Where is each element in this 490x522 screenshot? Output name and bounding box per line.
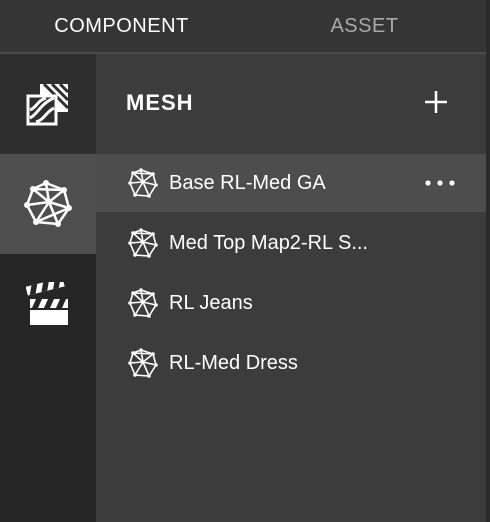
more-options-icon[interactable] xyxy=(424,174,456,192)
mesh-icon xyxy=(128,348,158,378)
add-mesh-button[interactable] xyxy=(422,88,450,116)
list-item-mesh[interactable]: Base RL-Med GA xyxy=(96,154,486,212)
component-asset-tabs: COMPONENT ASSET xyxy=(0,0,486,54)
clapperboard-icon xyxy=(26,282,68,325)
category-sidebar xyxy=(0,54,96,522)
mesh-icon xyxy=(128,168,158,198)
list-item-mesh[interactable]: Med Top Map2-RL S... xyxy=(96,214,486,272)
mesh-icon xyxy=(128,228,158,258)
list-item-label: RL-Med Dress xyxy=(169,352,298,374)
list-item-mesh[interactable]: RL Jeans xyxy=(96,274,486,332)
list-item-label: RL Jeans xyxy=(169,292,253,314)
section-title: MESH xyxy=(126,90,194,115)
mesh-icon xyxy=(24,180,72,227)
mesh-panel: MESH Base RL-Med GA Med Top Map2-RL S...… xyxy=(96,54,486,522)
list-item-label: Base RL-Med GA xyxy=(169,172,326,194)
sidebar-item-texture[interactable] xyxy=(0,54,96,154)
mesh-icon xyxy=(128,288,158,318)
sidebar-item-animation[interactable] xyxy=(0,254,96,354)
tab-component[interactable]: COMPONENT xyxy=(0,0,243,52)
list-item-mesh[interactable]: RL-Med Dress xyxy=(96,334,486,392)
texture-icon xyxy=(26,82,70,126)
sidebar-item-mesh[interactable] xyxy=(0,154,96,254)
panel-edge xyxy=(486,0,490,522)
list-item-label: Med Top Map2-RL S... xyxy=(169,232,368,254)
tab-asset[interactable]: ASSET xyxy=(243,0,486,52)
